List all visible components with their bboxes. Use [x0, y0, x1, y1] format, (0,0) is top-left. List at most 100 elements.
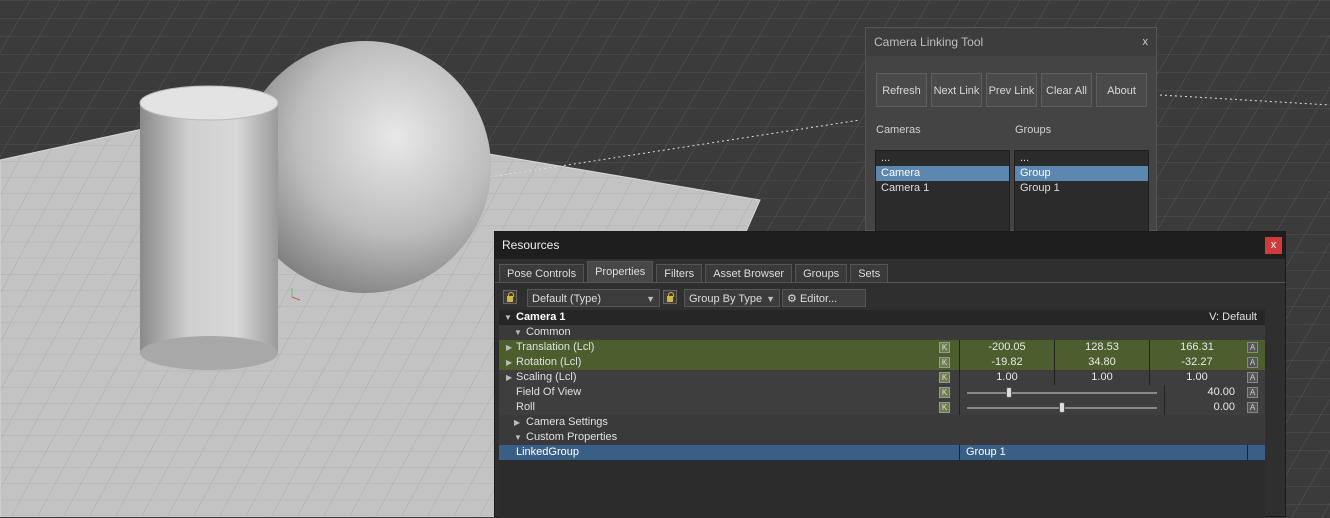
linked-group-row[interactable]: LinkedGroup Group 1 — [499, 445, 1265, 460]
key-button[interactable]: K — [939, 342, 950, 353]
collapse-icon[interactable]: ▼ — [504, 310, 512, 325]
key-button[interactable]: K — [939, 357, 950, 368]
list-item[interactable]: Group — [1015, 166, 1148, 181]
property-label: Rotation (Lcl) — [516, 356, 582, 368]
fov-slider-handle[interactable] — [1005, 387, 1012, 398]
window-title: Resources — [502, 238, 560, 252]
close-icon[interactable]: x — [1143, 28, 1149, 56]
chevron-down-icon: ▼ — [646, 294, 655, 304]
section-label: Camera Settings — [526, 416, 608, 428]
type-filter-dropdown[interactable]: Default (Type) ▼ — [527, 289, 660, 307]
fov-slider-track[interactable] — [967, 392, 1157, 394]
value-field-y[interactable]: 128.53 — [1054, 340, 1149, 355]
property-label: LinkedGroup — [516, 446, 579, 458]
cameras-list[interactable]: ... Camera Camera 1 — [875, 150, 1010, 232]
tab-properties[interactable]: Properties — [587, 261, 654, 282]
tab-groups[interactable]: Groups — [795, 264, 848, 282]
tab-filters[interactable]: Filters — [656, 264, 703, 282]
property-label: Roll — [516, 401, 535, 413]
object-header-row[interactable]: ▼ Camera 1 V: Default — [499, 310, 1265, 325]
rotation-row[interactable]: ▶ Rotation (Lcl) K -19.82 34.80 -32.27 A — [499, 355, 1265, 370]
editor-button[interactable]: ⚙ Editor... — [782, 289, 866, 307]
cameras-label: Cameras — [876, 124, 921, 136]
key-button[interactable]: K — [939, 402, 950, 413]
properties-toolbar: Default (Type) ▼ Group By Type ▼ ⚙ Edito… — [499, 288, 1279, 308]
cylinder-object[interactable] — [139, 85, 279, 370]
scaling-row[interactable]: ▶ Scaling (Lcl) K 1.00 1.00 1.00 A — [499, 370, 1265, 385]
property-label: Scaling (Lcl) — [516, 371, 577, 383]
lock-icon[interactable] — [503, 290, 517, 304]
refresh-button[interactable]: Refresh — [876, 73, 927, 107]
value-field-x[interactable]: 1.00 — [959, 370, 1054, 385]
common-section-row[interactable]: ▼ Common — [499, 325, 1265, 340]
next-link-button[interactable]: Next Link — [931, 73, 982, 107]
about-button[interactable]: About — [1096, 73, 1147, 107]
column-divider — [959, 400, 960, 415]
animate-button[interactable]: A — [1247, 387, 1258, 398]
resources-window: Resources x Pose Controls Properties Fil… — [494, 231, 1286, 518]
key-button[interactable]: K — [939, 372, 950, 383]
property-label: Translation (Lcl) — [516, 341, 595, 353]
animate-button[interactable]: A — [1247, 402, 1258, 413]
property-label: Field Of View — [516, 386, 582, 398]
value-field-z[interactable]: 166.31 — [1149, 340, 1244, 355]
list-item[interactable]: Camera 1 — [876, 181, 1009, 196]
group-by-value: Group By Type — [689, 293, 763, 305]
type-filter-value: Default (Type) — [532, 293, 602, 305]
collapse-icon[interactable]: ▼ — [514, 430, 522, 445]
lock-icon[interactable] — [663, 290, 677, 304]
value-field-x[interactable]: -19.82 — [959, 355, 1054, 370]
value-field-x[interactable]: -200.05 — [959, 340, 1054, 355]
custom-properties-section-row[interactable]: ▼ Custom Properties — [499, 430, 1265, 445]
prev-link-button[interactable]: Prev Link — [986, 73, 1037, 107]
camera-linking-tool-titlebar[interactable]: Camera Linking Tool x — [866, 28, 1156, 56]
section-label: Custom Properties — [526, 431, 618, 443]
resources-titlebar[interactable]: Resources x — [495, 232, 1285, 259]
tab-asset-browser[interactable]: Asset Browser — [705, 264, 793, 282]
camera-settings-section-row[interactable]: ▶ Camera Settings — [499, 415, 1265, 430]
value-field-z[interactable]: 1.00 — [1149, 370, 1244, 385]
editor-label: Editor... — [799, 293, 838, 305]
list-item[interactable]: Group 1 — [1015, 181, 1148, 196]
animate-button[interactable]: A — [1247, 372, 1258, 383]
list-item[interactable]: ... — [1015, 151, 1148, 166]
roll-value-field[interactable]: 0.00 — [1165, 400, 1235, 415]
chevron-down-icon: ▼ — [766, 294, 775, 304]
expand-icon[interactable]: ▶ — [514, 415, 520, 430]
tab-pose-controls[interactable]: Pose Controls — [499, 264, 585, 282]
property-grid: ▼ Camera 1 V: Default ▼ Common ▶ Transla… — [499, 310, 1265, 518]
camera-linking-tool-window: Camera Linking Tool x Refresh Next Link … — [865, 27, 1157, 232]
translation-row[interactable]: ▶ Translation (Lcl) K -200.05 128.53 166… — [499, 340, 1265, 355]
tool-button-row: Refresh Next Link Prev Link Clear All Ab… — [876, 73, 1147, 107]
fov-value-field[interactable]: 40.00 — [1165, 385, 1235, 400]
groups-list[interactable]: ... Group Group 1 — [1014, 150, 1149, 232]
expand-icon[interactable]: ▶ — [506, 370, 512, 385]
group-by-dropdown[interactable]: Group By Type ▼ — [684, 289, 780, 307]
animate-button[interactable]: A — [1247, 357, 1258, 368]
value-field-z[interactable]: -32.27 — [1149, 355, 1244, 370]
expand-icon[interactable]: ▶ — [506, 340, 512, 355]
object-name: Camera 1 — [516, 311, 566, 323]
column-divider — [959, 385, 960, 400]
close-icon[interactable]: x — [1265, 237, 1282, 254]
view-label: V: Default — [1209, 311, 1257, 323]
value-field-y[interactable]: 1.00 — [1054, 370, 1149, 385]
roll-slider-handle[interactable] — [1059, 402, 1065, 413]
resources-tabs: Pose Controls Properties Filters Asset B… — [499, 261, 889, 282]
linked-group-value-field[interactable]: Group 1 — [966, 445, 1006, 460]
gear-icon: ⚙ — [787, 293, 797, 305]
window-title: Camera Linking Tool — [874, 35, 984, 49]
collapse-icon[interactable]: ▼ — [514, 325, 522, 340]
list-item[interactable]: ... — [876, 151, 1009, 166]
section-label: Common — [526, 326, 571, 338]
animate-button[interactable]: A — [1247, 342, 1258, 353]
column-divider — [959, 445, 960, 460]
list-item[interactable]: Camera — [876, 166, 1009, 181]
key-button[interactable]: K — [939, 387, 950, 398]
value-field-y[interactable]: 34.80 — [1054, 355, 1149, 370]
roll-row[interactable]: Roll K 0.00 A — [499, 400, 1265, 415]
expand-icon[interactable]: ▶ — [506, 355, 512, 370]
clear-all-button[interactable]: Clear All — [1041, 73, 1092, 107]
tab-sets[interactable]: Sets — [850, 264, 889, 282]
field-of-view-row[interactable]: Field Of View K 40.00 A — [499, 385, 1265, 400]
